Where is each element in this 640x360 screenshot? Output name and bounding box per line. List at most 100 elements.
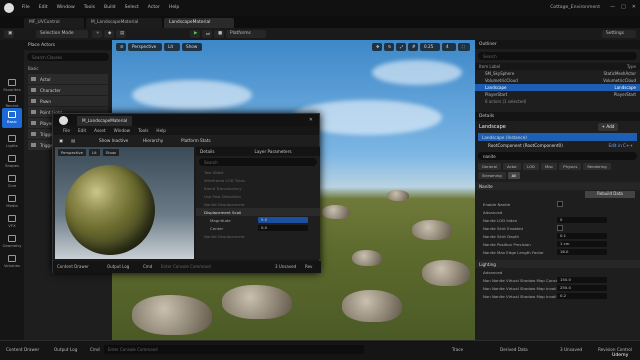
tab-m-landscapematerial[interactable]: M_LandscapeMaterial bbox=[86, 18, 162, 28]
me-menu-tools[interactable]: Tools bbox=[138, 128, 148, 133]
rail-lights[interactable]: Lights bbox=[2, 132, 22, 152]
rail-geometry[interactable]: Geometry bbox=[2, 232, 22, 252]
component-root[interactable]: RootComponent (RootComponent0) Edit in C+… bbox=[478, 141, 637, 149]
menu-help[interactable]: Help bbox=[169, 5, 179, 10]
content-drawer-button[interactable]: Content Drawer bbox=[6, 347, 39, 352]
prop-value-input[interactable]: 16.0 bbox=[557, 249, 607, 255]
place-section-basic[interactable]: Basic bbox=[24, 64, 112, 73]
viewport-lit-button[interactable]: Lit bbox=[164, 43, 180, 51]
scale-icon[interactable]: ⤢ bbox=[396, 43, 406, 51]
settings-button[interactable]: Settings bbox=[602, 30, 636, 38]
edit-in-cpp-link[interactable]: Edit in C++ bbox=[608, 143, 633, 148]
derived-data-button[interactable]: Derived Data bbox=[500, 347, 528, 352]
blueprint-icon[interactable]: ◆ bbox=[104, 30, 114, 38]
me-console-input[interactable]: Enter Console Command bbox=[161, 264, 211, 269]
prop-value-input[interactable]: 250.0 bbox=[557, 285, 607, 291]
close-icon[interactable]: ✕ bbox=[632, 4, 636, 10]
center-input[interactable]: 0.0 bbox=[258, 225, 308, 231]
rebuild-data-button[interactable]: Rebuild Data bbox=[585, 191, 635, 198]
rail-cine[interactable]: Cine bbox=[2, 172, 22, 192]
col-item-label[interactable]: Item Label bbox=[479, 64, 500, 69]
console-command-input[interactable]: Enter Console Command bbox=[104, 345, 364, 354]
filter-misc[interactable]: Misc bbox=[540, 163, 558, 170]
rail-basic[interactable]: Basic bbox=[2, 108, 22, 128]
filter-all[interactable]: All bbox=[507, 172, 521, 179]
filter-streaming[interactable]: Streaming bbox=[478, 172, 506, 179]
prop-value-input[interactable]: 0 bbox=[557, 217, 607, 223]
trace-button[interactable]: Trace bbox=[452, 347, 463, 352]
close-icon[interactable]: ✕ bbox=[309, 117, 313, 123]
magnitude-input[interactable]: 5.0 bbox=[258, 217, 308, 223]
output-log-button[interactable]: Output Log bbox=[54, 347, 77, 352]
details-search-input[interactable]: nanite bbox=[478, 152, 637, 160]
platforms-dropdown[interactable]: Platforms bbox=[226, 30, 266, 38]
outliner-row[interactable]: VolumetricCloud VolumetricCloud bbox=[475, 77, 640, 84]
me-unsaved-button[interactable]: 3 Unsaved bbox=[275, 264, 296, 269]
selection-mode-dropdown[interactable]: Selection Mode bbox=[36, 30, 88, 38]
me-menu-edit[interactable]: Edit bbox=[78, 128, 86, 133]
me-row-displacement-scaling[interactable]: Displacement Scali bbox=[196, 208, 320, 216]
hierarchy-button[interactable]: Hierarchy bbox=[143, 138, 163, 143]
place-search-input[interactable]: Search Classes bbox=[27, 53, 109, 61]
material-editor-tab[interactable]: M_LandscapeMaterial bbox=[77, 116, 133, 126]
place-item-pawn[interactable]: Pawn bbox=[28, 96, 108, 106]
cmd-dropdown[interactable]: Cmd bbox=[90, 347, 100, 352]
outliner-row[interactable]: SM_SkySphere StaticMeshActor bbox=[475, 70, 640, 77]
filter-rendering[interactable]: Rendering bbox=[583, 163, 611, 170]
prop-advanced[interactable]: Advanced bbox=[475, 208, 640, 216]
unsaved-button[interactable]: 3 Unsaved bbox=[560, 347, 582, 352]
maximize-viewport-icon[interactable]: ⛶ bbox=[458, 43, 470, 51]
save-icon[interactable]: ▣ bbox=[59, 138, 63, 143]
filter-lod[interactable]: LOD bbox=[522, 163, 539, 170]
me-menu-asset[interactable]: Asset bbox=[94, 128, 105, 133]
menu-tools[interactable]: Tools bbox=[84, 5, 95, 10]
add-component-button[interactable]: + Add bbox=[598, 123, 618, 131]
col-type[interactable]: Type bbox=[627, 64, 636, 69]
menu-file[interactable]: File bbox=[22, 5, 30, 10]
me-menu-window[interactable]: Window bbox=[114, 128, 131, 133]
revision-control-button[interactable]: Revision Control bbox=[598, 347, 632, 352]
move-icon[interactable]: ✥ bbox=[372, 43, 382, 51]
add-icon[interactable]: + bbox=[92, 30, 102, 38]
category-lighting[interactable]: Lighting bbox=[475, 260, 640, 268]
place-item-actor[interactable]: Actor bbox=[28, 74, 108, 84]
camera-speed-value[interactable]: 4 bbox=[442, 43, 456, 51]
material-preview-viewport[interactable]: Perspective Lit Show bbox=[55, 147, 194, 259]
grid-icon[interactable]: # bbox=[408, 43, 418, 51]
prop-value-input[interactable]: 150.0 bbox=[557, 277, 607, 283]
preview-perspective-button[interactable]: Perspective bbox=[58, 149, 86, 156]
me-menu-file[interactable]: File bbox=[63, 128, 70, 133]
prop-lighting-advanced[interactable]: Advanced bbox=[475, 268, 640, 276]
me-revision-button[interactable]: Rev bbox=[305, 264, 312, 269]
category-nanite[interactable]: Nanite bbox=[475, 182, 640, 190]
place-item-character[interactable]: Character bbox=[28, 85, 108, 95]
tab-layer-parameters[interactable]: Layer Parameters bbox=[255, 149, 292, 154]
minimize-icon[interactable]: — bbox=[610, 4, 615, 10]
rail-vfx[interactable]: VFX bbox=[2, 212, 22, 232]
menu-edit[interactable]: Edit bbox=[39, 5, 48, 10]
viewport-show-button[interactable]: Show bbox=[182, 43, 202, 51]
rotate-icon[interactable]: ↻ bbox=[384, 43, 394, 51]
rail-media[interactable]: Media bbox=[2, 192, 22, 212]
rail-shapes[interactable]: Shapes bbox=[2, 152, 22, 172]
menu-actor[interactable]: Actor bbox=[148, 5, 160, 10]
me-content-drawer-button[interactable]: Content Drawer bbox=[57, 264, 89, 269]
camera-speed[interactable]: 0.25 bbox=[420, 43, 440, 51]
me-menu-help[interactable]: Help bbox=[156, 128, 166, 133]
filter-general[interactable]: General bbox=[478, 163, 501, 170]
me-cmd-dropdown[interactable]: Cmd bbox=[143, 264, 152, 269]
prop-value-dropdown[interactable]: 1 cm bbox=[557, 241, 607, 247]
tab-mf-uvcontrol[interactable]: MF_UVControl bbox=[24, 18, 84, 28]
maximize-icon[interactable]: □ bbox=[621, 4, 626, 10]
stop-icon[interactable]: ■ bbox=[214, 30, 224, 38]
material-details-search[interactable]: Search bbox=[199, 158, 317, 166]
play-icon[interactable]: ▶ bbox=[190, 30, 200, 38]
cinematics-icon[interactable]: ▤ bbox=[116, 30, 126, 38]
me-output-log-button[interactable]: Output Log bbox=[107, 264, 129, 269]
tab-landscapematerial[interactable]: LandscapeMaterial bbox=[164, 18, 234, 28]
preview-lit-button[interactable]: Lit bbox=[89, 149, 100, 156]
prop-value-input[interactable]: 0.2 bbox=[557, 293, 607, 299]
menu-window[interactable]: Window bbox=[57, 5, 75, 10]
enable-nanite-checkbox[interactable] bbox=[557, 201, 563, 207]
outliner-search-input[interactable]: Search bbox=[478, 52, 637, 60]
